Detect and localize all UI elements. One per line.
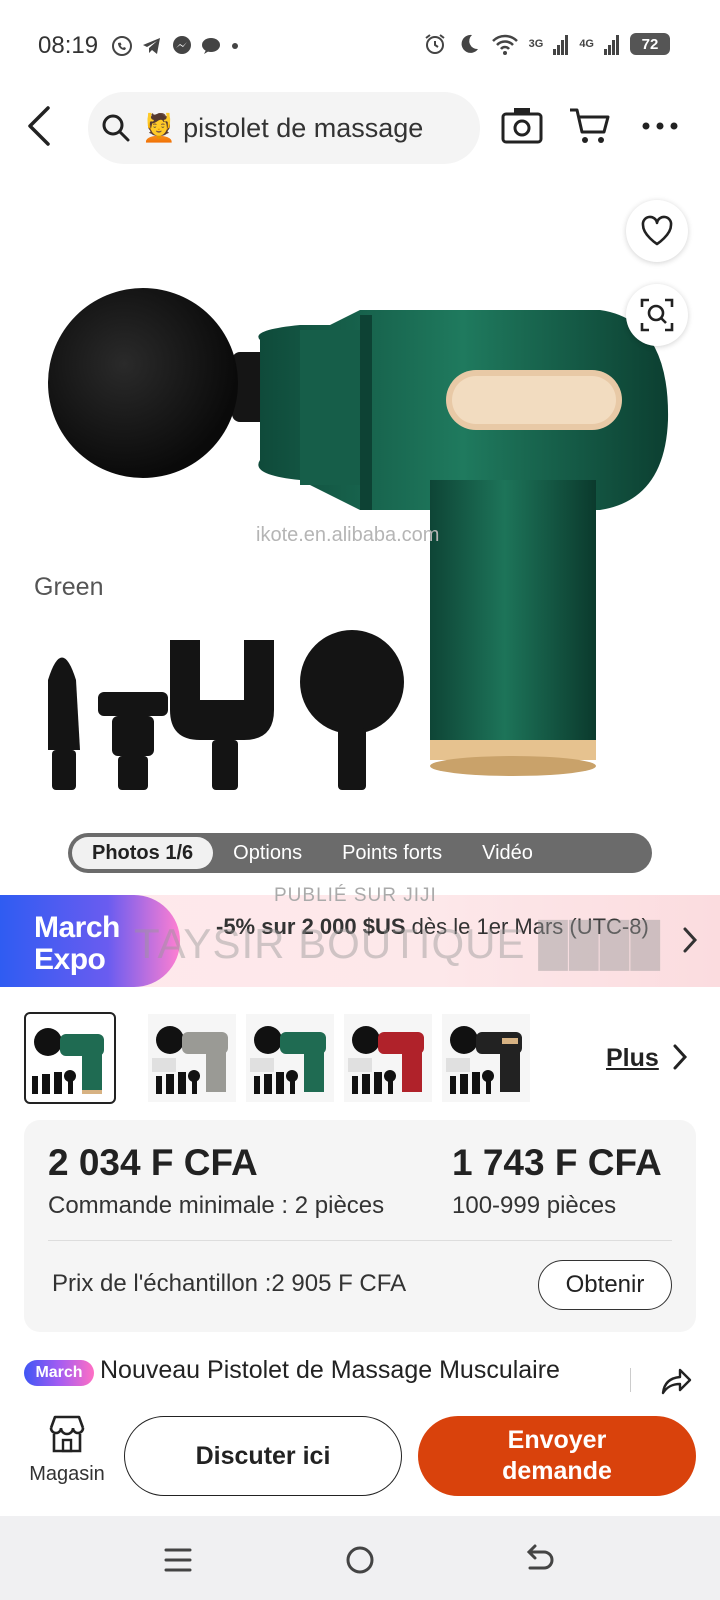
divider <box>48 1240 672 1241</box>
back-nav-icon[interactable] <box>518 1540 558 1580</box>
share-icon[interactable] <box>660 1366 694 1396</box>
bottom-action-bar: Magasin Discuter ici Envoyer demande <box>0 1400 720 1510</box>
sample-price: Prix de l'échantillon :2 905 F CFA <box>52 1270 407 1297</box>
tab-photos[interactable]: Photos 1/6 <box>72 837 214 869</box>
network-3g-label: 3G <box>528 38 544 50</box>
search-query-text: pistolet de massage <box>183 113 424 143</box>
chevron-right-icon[interactable] <box>670 1042 690 1072</box>
search-emoji: 💆 <box>142 113 176 143</box>
variant-thumb-grey[interactable] <box>148 1014 236 1102</box>
network-4g-label: 4G <box>579 38 594 50</box>
march-badge: March <box>24 1360 94 1386</box>
signal-3g-icon <box>553 35 569 55</box>
bulk-quantity-note: 100-999 pièces <box>452 1192 617 1219</box>
variant-thumb-green[interactable] <box>24 1012 116 1104</box>
min-order-note: Commande minimale : 2 pièces <box>48 1192 385 1219</box>
variant-thumb-black[interactable] <box>442 1014 530 1102</box>
chevron-right-icon <box>683 927 698 953</box>
battery-indicator: 72 <box>630 33 670 55</box>
image-watermark: ikote.en.alibaba.com <box>256 524 440 546</box>
more-options-icon[interactable] <box>636 102 684 150</box>
store-label: Magasin <box>29 1463 105 1485</box>
send-inquiry-button[interactable]: Envoyer demande <box>418 1416 696 1496</box>
home-icon[interactable] <box>340 1540 380 1580</box>
variant-thumb-red[interactable] <box>344 1014 432 1102</box>
price-min-order: 2 034 F CFA <box>48 1142 258 1183</box>
visual-search-button[interactable] <box>626 284 688 346</box>
cart-icon[interactable] <box>566 102 614 150</box>
obtain-sample-button[interactable]: Obtenir <box>538 1260 672 1310</box>
messenger-icon <box>173 36 191 54</box>
expo-brand-line2: Expo <box>34 943 106 976</box>
notification-icons <box>110 34 240 58</box>
product-title-row: March Nouveau Pistolet de Massage Muscul… <box>24 1356 704 1396</box>
heart-icon <box>641 215 673 246</box>
variant-thumbnails: Plus <box>24 1012 696 1104</box>
published-watermark: PUBLIÉ SUR JIJI <box>274 885 437 906</box>
media-tabs: Photos 1/6 Options Points forts Vidéo <box>68 833 652 873</box>
back-arrow-icon[interactable] <box>20 104 60 148</box>
variant-image <box>250 1026 326 1094</box>
product-image-gallery[interactable]: ikote.en.alibaba.com Green <box>0 180 720 880</box>
system-status-icons: 3G 4G 72 <box>423 32 670 56</box>
system-navigation-bar <box>0 1516 720 1600</box>
product-title: Nouveau Pistolet de Massage Musculaire <box>100 1356 560 1384</box>
camera-search-icon[interactable] <box>498 102 546 150</box>
status-time: 08:19 <box>38 32 99 59</box>
variant-image <box>32 1028 104 1094</box>
favorite-button[interactable] <box>626 200 688 262</box>
chat-button[interactable]: Discuter ici <box>124 1416 402 1496</box>
do-not-disturb-moon-icon <box>461 34 478 53</box>
color-label: Green <box>34 573 104 601</box>
variant-image <box>348 1026 424 1094</box>
image-search-icon <box>640 298 674 332</box>
divider <box>630 1368 631 1392</box>
telegram-icon <box>143 38 160 54</box>
whatsapp-icon <box>112 36 132 56</box>
alarm-icon <box>425 34 445 54</box>
expo-brand-line1: March <box>34 911 120 944</box>
shop-watermark: TAYSIR BOUTIQUE ████ <box>134 920 662 967</box>
tab-options[interactable]: Options <box>213 837 322 869</box>
tab-highlights[interactable]: Points forts <box>322 837 462 869</box>
search-query: 💆 pistolet de massage <box>142 112 423 144</box>
more-variants-link[interactable]: Plus <box>606 1044 659 1073</box>
store-icon <box>49 1415 85 1453</box>
variant-image <box>446 1026 522 1094</box>
search-header: 💆 pistolet de massage <box>0 88 720 168</box>
wifi-icon <box>491 34 518 55</box>
recent-apps-icon[interactable] <box>158 1540 198 1580</box>
send-label-line2: demande <box>502 1457 612 1485</box>
search-icon <box>102 114 130 142</box>
price-bulk: 1 743 F CFA <box>452 1142 662 1183</box>
variant-thumb-teal[interactable] <box>246 1014 334 1102</box>
status-bar: 08:19 3G 4G 72 <box>0 0 720 90</box>
dot-icon <box>232 43 238 49</box>
tab-video[interactable]: Vidéo <box>462 837 553 869</box>
signal-4g-icon <box>604 35 619 55</box>
search-input[interactable]: 💆 pistolet de massage <box>88 92 480 164</box>
variant-image <box>152 1026 228 1094</box>
send-label-line1: Envoyer <box>507 1426 607 1454</box>
price-card: 2 034 F CFA 1 743 F CFA Commande minimal… <box>24 1120 696 1332</box>
store-button[interactable]: Magasin <box>22 1414 112 1486</box>
chat-bubble-icon <box>202 38 220 54</box>
